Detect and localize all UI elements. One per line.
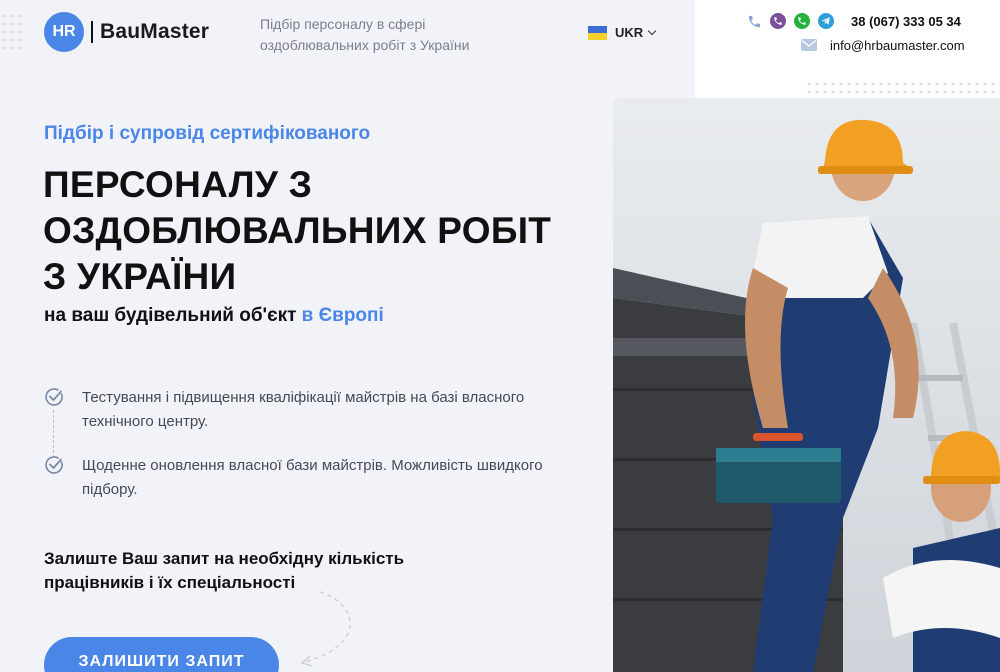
feature-list: Тестування і підвищення кваліфікації май… bbox=[44, 386, 584, 522]
phone-number[interactable]: 38 (067) 333 05 34 bbox=[851, 14, 961, 29]
leave-request-button[interactable]: ЗАЛИШИТИ ЗАПИТ bbox=[44, 637, 279, 672]
feature-item: Щоденне оновлення власної бази майстрів.… bbox=[44, 454, 584, 502]
subline-text: на ваш будівельний об'єкт bbox=[44, 305, 302, 326]
telegram-icon[interactable] bbox=[818, 13, 834, 29]
logo-text: BauMaster bbox=[100, 20, 210, 43]
site-tagline: Підбір персоналу в сфері оздоблювальних … bbox=[260, 16, 470, 53]
subline-accent: в Європі bbox=[301, 305, 384, 326]
whatsapp-icon[interactable] bbox=[794, 13, 810, 29]
cta-prompt: Залиште Ваш запит на необхідну кількість… bbox=[44, 549, 405, 592]
headline-line: ОЗДОБЛЮВАЛЬНИХ РОБІТ bbox=[43, 210, 552, 251]
language-selector[interactable]: UKR bbox=[588, 25, 657, 40]
phone-icon[interactable] bbox=[746, 13, 762, 29]
feature-item: Тестування і підвищення кваліфікації май… bbox=[44, 386, 584, 434]
hero-subline: на ваш будівельний об'єкт в Європі bbox=[44, 305, 384, 327]
headline-line: ПЕРСОНАЛУ З bbox=[43, 164, 313, 205]
logo-badge: HR bbox=[44, 12, 84, 52]
feature-text: Тестування і підвищення кваліфікації май… bbox=[82, 389, 525, 430]
logo-divider bbox=[91, 21, 93, 43]
curved-arrow-icon bbox=[300, 591, 351, 667]
feature-text: Щоденне оновлення власної бази майстрів.… bbox=[82, 457, 543, 498]
mail-icon bbox=[801, 39, 817, 51]
hero-subheading: Підбір і супровід сертифікованого bbox=[44, 123, 371, 144]
check-circle-icon bbox=[45, 388, 63, 406]
messenger-links bbox=[746, 13, 834, 29]
dot-pattern-decoration bbox=[805, 80, 1000, 98]
dot-pattern-decoration bbox=[0, 12, 26, 52]
hero-headline: ПЕРСОНАЛУ З ОЗДОБЛЮВАЛЬНИХ РОБІТ З УКРАЇ… bbox=[43, 162, 603, 300]
headline-line: З УКРАЇНИ bbox=[43, 256, 237, 297]
email-link[interactable]: info@hrbaumaster.com bbox=[830, 38, 965, 53]
workers-photo bbox=[613, 98, 1000, 672]
chevron-down-icon bbox=[647, 26, 657, 36]
language-code: UKR bbox=[615, 25, 644, 40]
logo[interactable]: HR BauMaster bbox=[44, 12, 209, 52]
viber-icon[interactable] bbox=[770, 13, 786, 29]
check-circle-icon bbox=[45, 456, 63, 474]
ukraine-flag-icon bbox=[588, 25, 607, 40]
